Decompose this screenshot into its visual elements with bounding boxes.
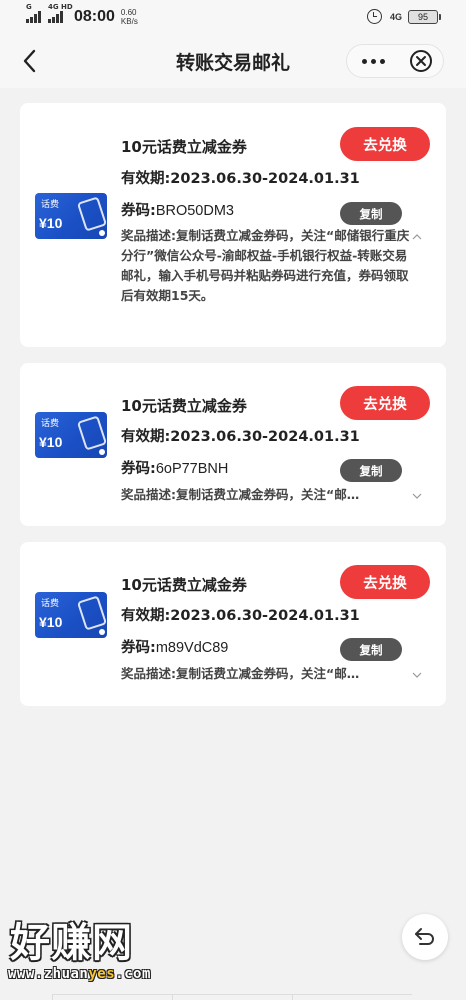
coupon-image-tag: 话费	[41, 419, 60, 429]
speed-value: 0.60	[120, 8, 137, 17]
network-type: 4G	[389, 11, 402, 22]
coupon-image-tag: 话费	[41, 200, 60, 210]
chevron-down-icon	[412, 493, 422, 499]
copy-button[interactable]: 复制	[340, 459, 402, 482]
coupon-image: 话费 ¥10	[35, 592, 107, 638]
coupon-image: 话费 ¥10	[35, 193, 107, 239]
bottom-tab-strip	[52, 994, 412, 1000]
nav-header: 转账交易邮礼	[0, 36, 466, 88]
coupon-code-label: 券码:	[121, 203, 156, 219]
more-dots-icon	[361, 58, 367, 64]
watermark-url-c: .com	[115, 966, 151, 982]
copy-button[interactable]: 复制	[340, 202, 402, 225]
coupon-validity: 有效期:2023.06.30-2024.01.31	[121, 608, 360, 624]
coupon-code: BRO50DM3	[155, 203, 234, 219]
clock-time: 08:00	[74, 8, 115, 25]
coupon-code: m89VdC89	[155, 640, 229, 656]
coupon-card-1: 话费 ¥10 10元话费立减金券 有效期:2023.06.30-2024.01.…	[20, 103, 446, 347]
expand-toggle[interactable]	[410, 668, 424, 682]
coupon-image-amount: ¥10	[39, 614, 63, 630]
signal-icon: G	[26, 3, 42, 23]
watermark-url-b: yes	[88, 966, 116, 982]
coupon-code-row: 券码:m89VdC89	[121, 636, 228, 657]
phone-icon	[76, 595, 107, 631]
battery-level: 95	[417, 11, 428, 22]
copy-button[interactable]: 复制	[340, 638, 402, 661]
coupon-title: 10元话费立减金券	[121, 138, 247, 156]
chevron-down-icon	[412, 672, 422, 678]
close-circle-icon	[410, 50, 432, 72]
phone-icon	[76, 415, 107, 451]
network-label-2: 4G HD	[48, 3, 73, 11]
collapse-toggle[interactable]	[410, 230, 424, 244]
undo-button[interactable]	[402, 914, 448, 960]
coupon-validity: 有效期:2023.06.30-2024.01.31	[121, 171, 360, 187]
redeem-button[interactable]: 去兑换	[340, 127, 430, 161]
status-left: G 4G HD 08:00 0.60 KB/s	[26, 3, 138, 26]
watermark-url-a: www.zhuan	[8, 966, 89, 982]
coupon-description: 奖品描述:复制话费立减金券码，关注“邮…	[121, 666, 360, 681]
mini-program-capsule	[346, 44, 444, 78]
network-speed: 0.60 KB/s	[121, 8, 138, 26]
coupon-card-3: 话费 ¥10 10元话费立减金券 有效期:2023.06.30-2024.01.…	[20, 542, 446, 706]
watermark-url: www.zhuanyes.com	[8, 966, 151, 982]
undo-arrow-icon	[415, 928, 434, 945]
coupon-image-amount: ¥10	[39, 434, 63, 450]
coupon-code-label: 券码:	[121, 461, 156, 477]
speed-unit: KB/s	[120, 17, 138, 26]
coupon-title: 10元话费立减金券	[121, 397, 247, 415]
coupon-card-2: 话费 ¥10 10元话费立减金券 有效期:2023.06.30-2024.01.…	[20, 363, 446, 526]
chevron-up-icon	[412, 234, 422, 240]
coupon-image: 话费 ¥10	[35, 412, 107, 458]
alarm-icon	[366, 9, 382, 24]
watermark-logo: 好赚网	[10, 920, 133, 966]
coupon-code-row: 券码:BRO50DM3	[121, 199, 234, 220]
redeem-button[interactable]: 去兑换	[340, 386, 430, 420]
more-button[interactable]	[347, 45, 399, 77]
signal-icon-2: 4G HD	[48, 3, 73, 23]
phone-icon	[76, 196, 107, 232]
coupon-code-row: 券码:6oP77BNH	[121, 457, 228, 478]
coupon-image-amount: ¥10	[39, 215, 63, 231]
coupon-description: 奖品描述:复制话费立减金券码，关注“邮储银行重庆分行”微信公众号-渝邮权益-手机…	[121, 228, 410, 303]
coupon-code-label: 券码:	[121, 640, 156, 656]
battery-icon: 95	[408, 9, 441, 24]
coupon-image-tag: 话费	[41, 599, 60, 609]
coupon-code: 6oP77BNH	[155, 461, 229, 477]
status-bar: G 4G HD 08:00 0.60 KB/s 4G 95	[0, 0, 466, 36]
redeem-button[interactable]: 去兑换	[340, 565, 430, 599]
expand-toggle[interactable]	[410, 489, 424, 503]
coupon-title: 10元话费立减金券	[121, 576, 247, 594]
close-button[interactable]	[399, 45, 443, 77]
coupon-description: 奖品描述:复制话费立减金券码，关注“邮…	[121, 487, 360, 502]
network-label-1: G	[26, 3, 32, 11]
coupon-validity: 有效期:2023.06.30-2024.01.31	[121, 429, 360, 445]
status-right: 4G 95	[366, 9, 441, 24]
